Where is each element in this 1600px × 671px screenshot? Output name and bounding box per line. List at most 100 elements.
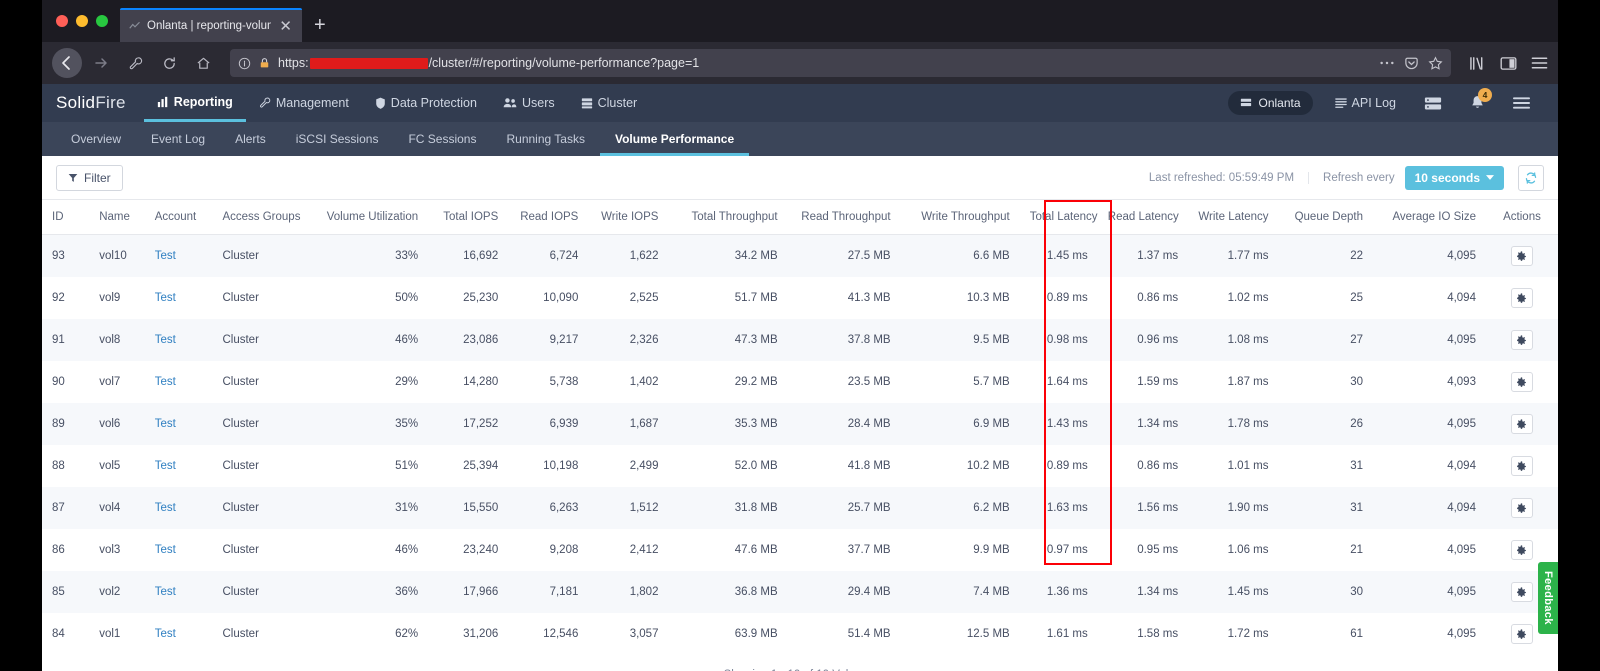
insecure-lock-icon[interactable]: [258, 56, 271, 70]
account-link[interactable]: Test: [155, 376, 176, 388]
column-header-read-latency[interactable]: Read Latency: [1097, 200, 1189, 235]
gear-icon[interactable]: [1510, 624, 1533, 644]
gear-icon[interactable]: [1510, 456, 1533, 476]
column-header-total-throughput[interactable]: Total Throughput: [668, 200, 788, 235]
sidebar-icon[interactable]: [1500, 56, 1517, 71]
account-link[interactable]: Test: [155, 628, 176, 640]
subnav-item-volume-performance[interactable]: Volume Performance: [600, 122, 749, 156]
topnav-item-data-protection[interactable]: Data Protection: [362, 84, 490, 122]
cell-account: Test: [145, 529, 213, 571]
column-header-account[interactable]: Account: [144, 200, 213, 235]
gear-icon[interactable]: [1510, 372, 1533, 392]
cell-name: vol2: [99, 586, 121, 598]
topnav-item-users[interactable]: Users: [490, 84, 568, 122]
manual-refresh-button[interactable]: [1518, 164, 1544, 191]
column-header-read-throughput[interactable]: Read Throughput: [787, 200, 901, 235]
subnav-item-fc-sessions[interactable]: FC Sessions: [393, 122, 491, 156]
gear-icon[interactable]: [1510, 582, 1533, 602]
subnav-item-overview[interactable]: Overview: [56, 122, 136, 156]
minimize-window-button[interactable]: [76, 15, 88, 27]
column-header-read-iops[interactable]: Read IOPS: [508, 200, 589, 235]
table-row[interactable]: 84 vol1 Test Cluster 62% 31,206 12,546 3,057 63.…: [42, 613, 1558, 655]
url-bar[interactable]: https: /cluster/#/reporting/volume-perfor…: [230, 49, 1451, 77]
library-icon[interactable]: [1469, 56, 1486, 71]
column-header-total-latency[interactable]: Total Latency: [1019, 200, 1098, 235]
filter-button[interactable]: Filter: [56, 164, 123, 191]
cluster-selector[interactable]: Onlanta: [1228, 91, 1313, 115]
feedback-tab[interactable]: Feedback: [1538, 562, 1558, 634]
column-header-write-latency[interactable]: Write Latency: [1188, 200, 1279, 235]
refresh-interval-dropdown[interactable]: 10 seconds: [1404, 165, 1504, 190]
table-row[interactable]: 93 vol10 Test Cluster 33% 16,692 6,724 1,622 34.…: [42, 234, 1558, 277]
account-link[interactable]: Test: [155, 502, 176, 514]
table-row[interactable]: 88 vol5 Test Cluster 51% 25,394 10,198 2,499 52.…: [42, 445, 1558, 487]
pocket-icon[interactable]: [1404, 56, 1419, 71]
app-sub-navigation: Overview Event Log Alerts iSCSI Sessions…: [42, 122, 1558, 156]
column-header-queue-depth[interactable]: Queue Depth: [1278, 200, 1373, 235]
table-row[interactable]: 87 vol4 Test Cluster 31% 15,550 6,263 1,512 31.8…: [42, 487, 1558, 529]
cell-total-lat: 0.89 ms: [1046, 292, 1088, 304]
account-link[interactable]: Test: [155, 418, 176, 430]
star-icon[interactable]: [1428, 55, 1443, 71]
cell-name: vol1: [99, 628, 121, 640]
browser-tab-active[interactable]: Onlanta | reporting-volumePerf ✕: [120, 8, 302, 42]
column-header-name[interactable]: Name: [89, 200, 145, 235]
subnav-item-alerts[interactable]: Alerts: [220, 122, 281, 156]
topnav-item-management[interactable]: Management: [246, 84, 362, 122]
table-row[interactable]: 90 vol7 Test Cluster 29% 14,280 5,738 1,402 29.2…: [42, 361, 1558, 403]
table-row[interactable]: 86 vol3 Test Cluster 46% 23,240 9,208 2,412 47.6…: [42, 529, 1558, 571]
wrench-icon[interactable]: [120, 48, 150, 78]
cell-actions: [1486, 319, 1558, 361]
column-header-write-throughput[interactable]: Write Throughput: [900, 200, 1020, 235]
gear-icon[interactable]: [1510, 498, 1533, 518]
subnav-item-event-log[interactable]: Event Log: [136, 122, 220, 156]
notifications-button[interactable]: 4: [1456, 84, 1499, 122]
hamburger-menu-button[interactable]: [1499, 84, 1544, 122]
topnav-item-cluster[interactable]: Cluster: [568, 84, 651, 122]
table-row[interactable]: 85 vol2 Test Cluster 36% 17,966 7,181 1,802 36.8…: [42, 571, 1558, 613]
account-link[interactable]: Test: [155, 544, 176, 556]
account-link[interactable]: Test: [155, 250, 176, 262]
app-logo[interactable]: SolidFire: [56, 93, 126, 113]
column-header-total-iops[interactable]: Total IOPS: [428, 200, 509, 235]
reload-icon[interactable]: [154, 48, 184, 78]
page-info-icon[interactable]: [238, 57, 251, 70]
table-row[interactable]: 92 vol9 Test Cluster 50% 25,230 10,090 2,525 51.…: [42, 277, 1558, 319]
account-link[interactable]: Test: [155, 586, 176, 598]
cell-avg-io: 4,095: [1447, 250, 1476, 262]
back-arrow-icon[interactable]: [52, 48, 82, 78]
topnav-item-reporting[interactable]: Reporting: [143, 84, 246, 122]
ellipsis-icon[interactable]: [1379, 60, 1395, 66]
forward-arrow-icon[interactable]: [86, 48, 116, 78]
account-link[interactable]: Test: [155, 460, 176, 472]
gear-icon[interactable]: [1510, 414, 1533, 434]
subnav-item-running-tasks[interactable]: Running Tasks: [491, 122, 600, 156]
gear-icon[interactable]: [1510, 330, 1533, 350]
api-log-button[interactable]: API Log: [1321, 84, 1410, 122]
cell-read-iops: 9,217: [549, 334, 579, 346]
account-link[interactable]: Test: [155, 334, 176, 346]
table-row[interactable]: 89 vol6 Test Cluster 35% 17,252 6,939 1,687 35.3…: [42, 403, 1558, 445]
cell-total-iops: 23,086: [463, 334, 499, 346]
cell-read-tp: 28.4 MB: [847, 418, 891, 430]
gear-icon[interactable]: [1510, 540, 1533, 560]
column-header-access-groups[interactable]: Access Groups: [212, 200, 316, 235]
column-header-id[interactable]: ID: [42, 200, 90, 235]
menu-icon[interactable]: [1531, 56, 1548, 70]
cell-access-groups: Cluster: [222, 334, 259, 346]
maximize-window-button[interactable]: [96, 15, 108, 27]
column-header-average-io-size[interactable]: Average IO Size: [1373, 200, 1486, 235]
cell-id: 90: [52, 376, 65, 388]
new-tab-button[interactable]: +: [302, 8, 338, 42]
close-window-button[interactable]: [56, 15, 68, 27]
gear-icon[interactable]: [1510, 246, 1533, 266]
table-row[interactable]: 91 vol8 Test Cluster 46% 23,086 9,217 2,326 47.3…: [42, 319, 1558, 361]
column-header-volume-utilization[interactable]: Volume Utilization: [315, 200, 429, 235]
home-icon[interactable]: [188, 48, 218, 78]
gear-icon[interactable]: [1510, 288, 1533, 308]
column-header-write-iops[interactable]: Write IOPS: [588, 200, 669, 235]
account-link[interactable]: Test: [155, 292, 176, 304]
reports-icon-button[interactable]: [1410, 84, 1456, 122]
subnav-item-iscsi-sessions[interactable]: iSCSI Sessions: [281, 122, 394, 156]
close-icon[interactable]: ✕: [277, 19, 294, 34]
